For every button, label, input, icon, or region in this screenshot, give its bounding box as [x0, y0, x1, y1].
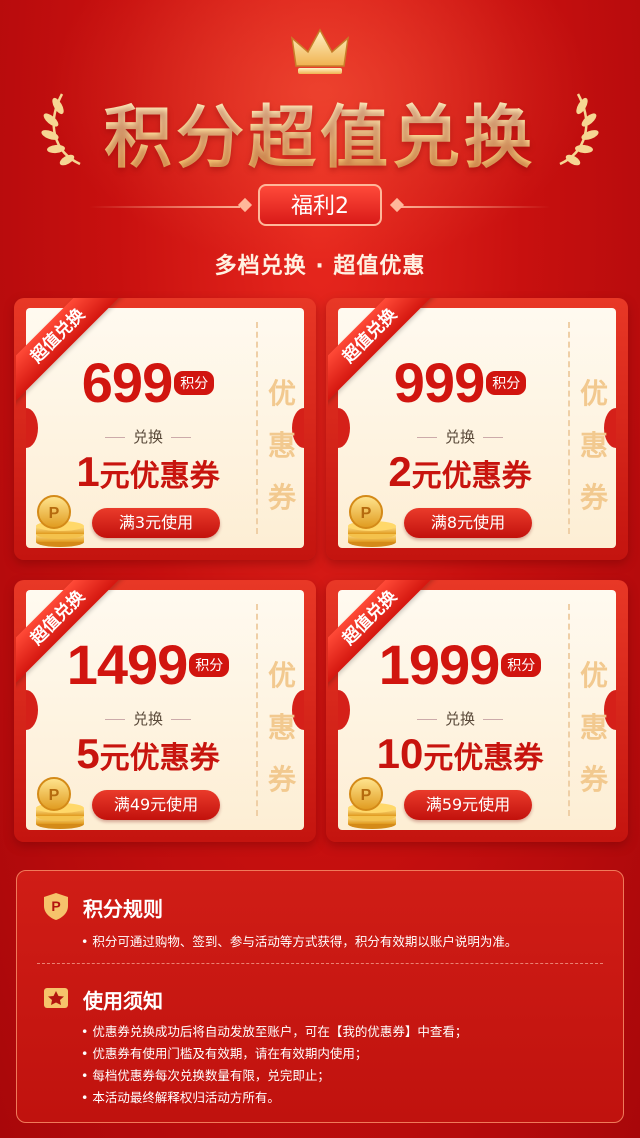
svg-text:P: P: [361, 787, 372, 804]
rules-panel: P 积分规则 • 积分可通过购物、签到、参与活动等方式获得，积分有效期以账户说明…: [16, 870, 624, 1123]
exchange-card[interactable]: 优 惠 券 1999 积分 兑换 10元优惠券 满59元使用 P 超值兑换: [326, 580, 628, 842]
points-unit-badge: 积分: [174, 370, 215, 395]
ribbon-badge: 超值兑换: [16, 298, 126, 404]
side-char: 优: [267, 659, 296, 692]
side-char: 惠: [579, 429, 608, 462]
side-char: 优: [267, 377, 296, 410]
points-unit-badge: 积分: [486, 370, 527, 395]
side-char: 券: [579, 481, 608, 514]
points-rules-title: 积分规则: [83, 897, 163, 921]
coupon-side-label: 优 惠 券: [572, 368, 616, 524]
coupon-side-label: 优 惠 券: [260, 650, 304, 806]
ribbon-badge: 超值兑换: [16, 580, 126, 686]
side-char: 优: [579, 659, 608, 692]
ribbon-wrapper: 超值兑换: [16, 580, 136, 700]
usage-item: • 优惠券兑换成功后将自动发放至账户，可在【我的优惠券】中查看；: [81, 1024, 468, 1039]
exchange-card[interactable]: 优 惠 券 1499 积分 兑换 5元优惠券 满49元使用 P 超值兑换: [14, 580, 316, 842]
coin-stack-icon: P: [36, 495, 84, 547]
side-char: 优: [579, 377, 608, 410]
exchange-label: 兑换: [350, 708, 570, 729]
coin-stack-icon: P: [36, 777, 84, 829]
exchange-card[interactable]: 优 惠 券 699 积分 兑换 1元优惠券 满3元使用 P 超值兑换: [14, 298, 316, 560]
usage-item: • 每档优惠券每次兑换数量有限，兑完即止；: [81, 1068, 330, 1083]
exchange-label: 兑换: [350, 426, 570, 447]
tag-divider: [400, 206, 550, 208]
redeem-condition-button[interactable]: 满49元使用: [92, 790, 220, 820]
tag-divider: [90, 206, 240, 208]
coin-stack-icon: P: [348, 777, 396, 829]
coupon-suffix: 元优惠券: [99, 741, 220, 776]
redeem-condition-button[interactable]: 满8元使用: [404, 508, 532, 538]
redeem-condition-button[interactable]: 满59元使用: [404, 790, 532, 820]
usage-title: 使用须知: [83, 989, 163, 1013]
side-char: 券: [579, 763, 608, 796]
rule-item: • 积分可通过购物、签到、参与活动等方式获得，积分有效期以账户说明为准。: [81, 934, 518, 949]
exchange-label: 兑换: [38, 426, 258, 447]
ribbon-wrapper: 超值兑换: [328, 298, 448, 418]
side-char: 券: [267, 481, 296, 514]
exchange-label: 兑换: [38, 708, 258, 729]
points-unit-badge: 积分: [189, 652, 230, 677]
points-unit-badge: 积分: [501, 652, 542, 677]
redeem-condition-button[interactable]: 满3元使用: [92, 508, 220, 538]
svg-text:P: P: [49, 505, 60, 522]
coupon-suffix: 元优惠券: [99, 459, 220, 494]
usage-item: • 优惠券有使用门槛及有效期，请在有效期内使用；: [81, 1046, 368, 1061]
coin-stack-icon: P: [348, 495, 396, 547]
crown-icon: [290, 28, 350, 74]
welfare-tag: 福利2: [258, 184, 382, 226]
svg-text:P: P: [49, 787, 60, 804]
ribbon-wrapper: 超值兑换: [328, 580, 448, 700]
coupon-suffix: 元优惠券: [423, 741, 544, 776]
exchange-card[interactable]: 优 惠 券 999 积分 兑换 2元优惠券 满8元使用 P 超值兑换: [326, 298, 628, 560]
svg-text:P: P: [361, 505, 372, 522]
side-char: 惠: [267, 711, 296, 744]
page-subtitle: 多档兑换 · 超值优惠: [214, 254, 426, 279]
ribbon-badge: 超值兑换: [328, 580, 438, 686]
side-char: 券: [267, 763, 296, 796]
side-char: 惠: [267, 429, 296, 462]
page-title: 积分超值兑换: [0, 82, 640, 181]
usage-item: • 本活动最终解释权归活动方所有。: [81, 1090, 280, 1105]
ribbon-badge: 超值兑换: [328, 298, 438, 404]
coupon-side-label: 优 惠 券: [572, 650, 616, 806]
coupon-suffix: 元优惠券: [411, 459, 532, 494]
ribbon-wrapper: 超值兑换: [16, 298, 136, 418]
coupon-side-label: 优 惠 券: [260, 368, 304, 524]
points-shield-icon: P: [44, 893, 68, 920]
side-char: 惠: [579, 711, 608, 744]
svg-text:P: P: [51, 898, 60, 914]
star-badge-icon: [44, 988, 68, 1008]
section-divider: [37, 963, 603, 964]
